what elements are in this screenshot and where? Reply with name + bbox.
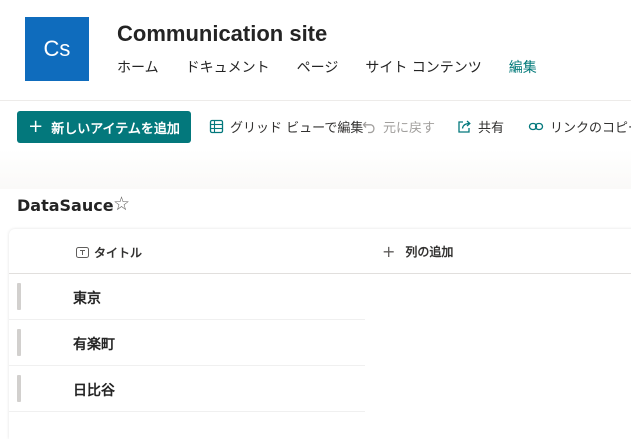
- copy-link-label: リンクのコピー: [550, 120, 631, 136]
- content-band: [0, 149, 631, 189]
- grid-icon: [209, 119, 224, 133]
- column-title-label: タイトル: [94, 246, 143, 260]
- site-nav: ホーム ドキュメント ページ サイト コンテンツ 編集: [117, 57, 564, 77]
- copy-link-button[interactable]: リンクのコピー: [528, 113, 631, 139]
- favorite-star-icon[interactable]: ☆: [113, 193, 130, 215]
- row-title[interactable]: 東京: [73, 288, 101, 308]
- add-column-button[interactable]: + 列の追加: [382, 243, 453, 260]
- site-logo[interactable]: Cs: [25, 17, 89, 81]
- list-column-header: タイトル + 列の追加: [9, 229, 631, 274]
- row-select-handle[interactable]: [17, 283, 21, 310]
- grid-edit-button[interactable]: グリッド ビューで編集: [209, 113, 363, 139]
- table-row[interactable]: 日比谷: [9, 366, 365, 412]
- undo-icon: [362, 121, 375, 133]
- table-row[interactable]: 有楽町: [9, 320, 365, 366]
- share-icon: [458, 120, 471, 133]
- list-view: タイトル + 列の追加 東京 有楽町 日比谷: [9, 229, 631, 439]
- column-title[interactable]: タイトル: [76, 244, 142, 261]
- site-logo-text: Cs: [43, 36, 71, 61]
- nav-site-contents[interactable]: サイト コンテンツ: [365, 57, 481, 77]
- command-bar: + 新しいアイテムを追加 グリッド ビューで編集 元に戻す 共有 リンクのコピ: [0, 100, 631, 150]
- plus-icon: +: [28, 116, 44, 137]
- row-select-handle[interactable]: [17, 375, 21, 402]
- share-button[interactable]: 共有: [457, 113, 504, 139]
- text-field-icon: [76, 247, 89, 258]
- list-title: DataSauce: [17, 196, 114, 215]
- grid-edit-label: グリッド ビューで編集: [230, 120, 364, 136]
- add-column-label: 列の追加: [405, 245, 454, 259]
- undo-button[interactable]: 元に戻す: [362, 113, 435, 139]
- row-title[interactable]: 日比谷: [73, 380, 115, 400]
- share-label: 共有: [478, 120, 505, 136]
- nav-home[interactable]: ホーム: [117, 57, 159, 77]
- nav-pages[interactable]: ページ: [297, 57, 339, 77]
- row-select-handle[interactable]: [17, 329, 21, 356]
- nav-edit[interactable]: 編集: [509, 57, 537, 77]
- plus-icon: +: [382, 241, 396, 261]
- row-title[interactable]: 有楽町: [73, 334, 115, 354]
- table-row[interactable]: 東京: [9, 274, 365, 320]
- nav-documents[interactable]: ドキュメント: [186, 57, 270, 77]
- link-icon: [528, 122, 544, 130]
- site-title[interactable]: Communication site: [117, 21, 327, 47]
- new-item-label: 新しいアイテムを追加: [51, 121, 180, 137]
- new-item-button[interactable]: + 新しいアイテムを追加: [17, 111, 191, 143]
- undo-label: 元に戻す: [383, 120, 436, 136]
